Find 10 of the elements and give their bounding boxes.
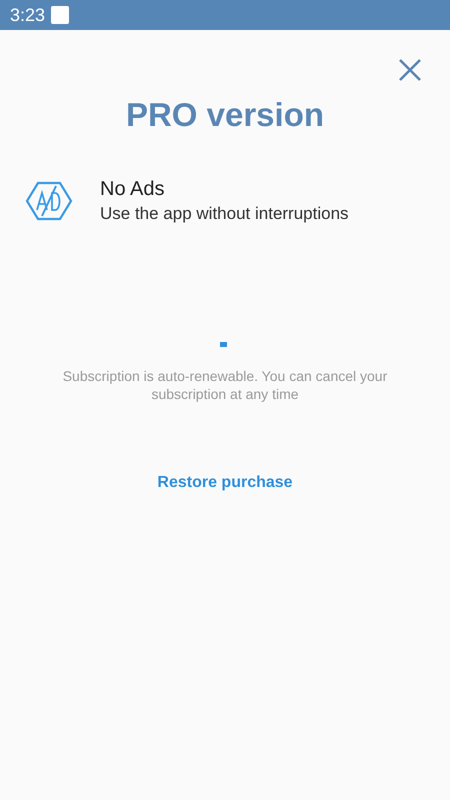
status-time: 3:23 — [10, 4, 46, 26]
restore-purchase-button[interactable]: Restore purchase — [157, 474, 293, 492]
feature-title: No Ads — [100, 178, 166, 201]
feature-description: Use the app without interruptions — [100, 204, 349, 224]
ad-block-icon — [25, 181, 73, 221]
subscription-note: Subscription is auto-renewable. You can cancel your subscription at any time — [62, 367, 388, 403]
loading-indicator — [220, 342, 226, 347]
notification-icon — [51, 6, 70, 24]
close-button[interactable] — [398, 58, 422, 82]
page-title: PRO version — [124, 96, 326, 134]
